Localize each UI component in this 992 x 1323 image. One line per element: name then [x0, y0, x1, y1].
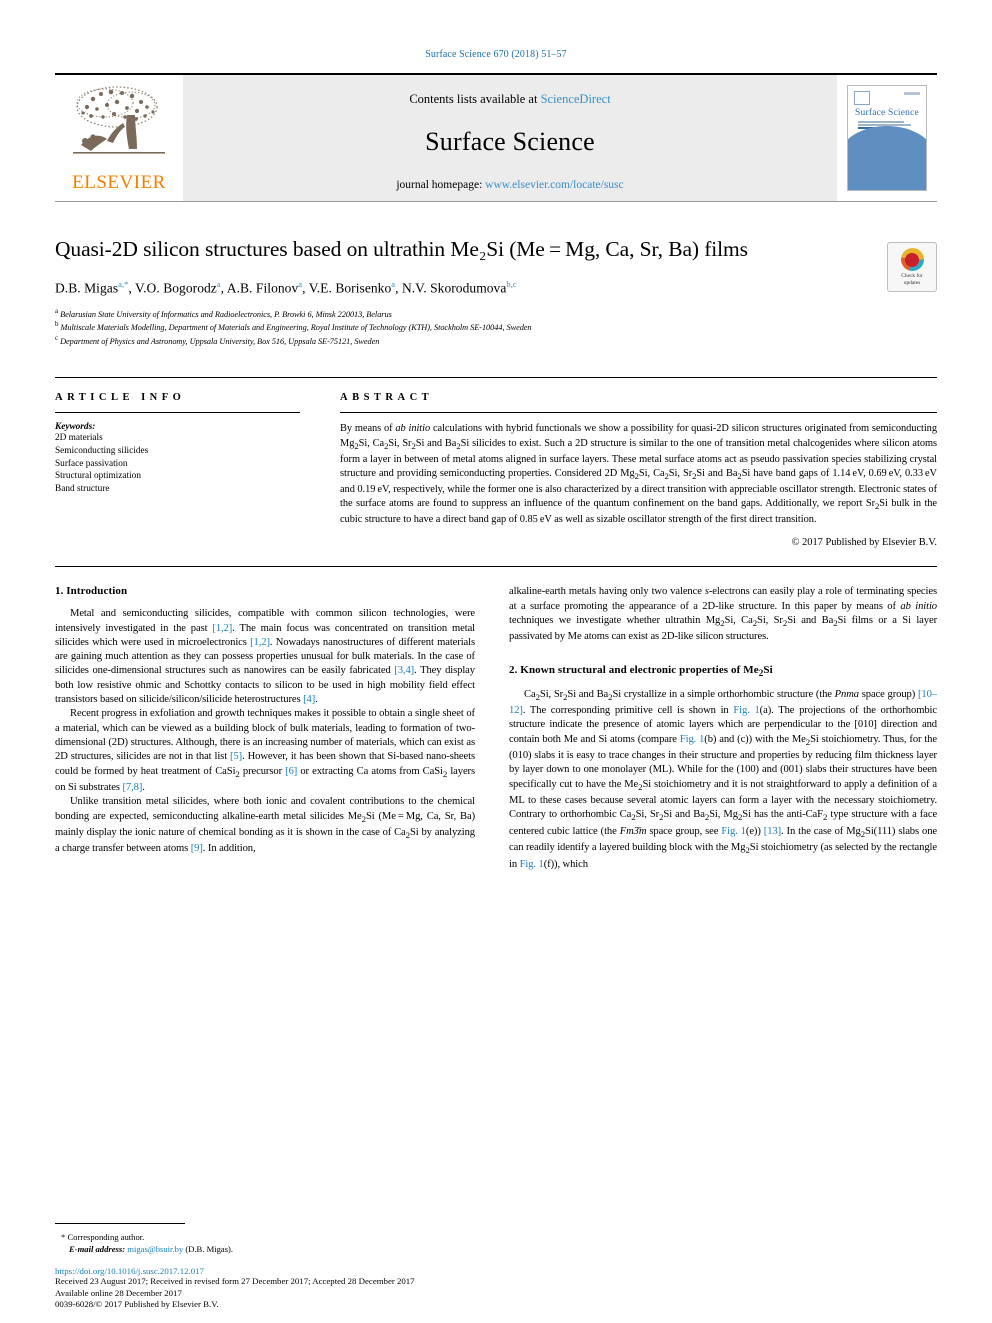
footnote-email: E-mail address: migas@bsuir.by (D.B. Mig… [55, 1243, 475, 1255]
body-column-left: 1. Introduction Metal and semiconducting… [55, 585, 475, 872]
journal-masthead: ELSEVIER Contents lists available at Sci… [55, 73, 937, 202]
crossmark-ring-icon [900, 248, 924, 272]
contents-available-line: Contents lists available at ScienceDirec… [409, 92, 610, 107]
affiliation-a: a Belarusian State University of Informa… [55, 306, 392, 319]
affiliation-b: b Multiscale Materials Modelling, Depart… [55, 320, 532, 333]
cover-issn-mark [904, 92, 920, 95]
elsevier-logo: ELSEVIER [60, 83, 178, 194]
paragraph: alkaline-earth metals having only two va… [509, 586, 938, 643]
article-info-rule [55, 412, 300, 414]
affiliation-list: a Belarusian State University of Informa… [55, 306, 937, 348]
page-footer: https://doi.org/10.1016/j.susc.2017.12.0… [55, 1266, 755, 1311]
affiliation-mark-a: a [55, 306, 59, 315]
affiliation-mark-c: c [55, 334, 59, 343]
abstract-heading: ABSTRACT [340, 392, 434, 404]
journal-homepage-line: journal homepage: www.elsevier.com/locat… [396, 179, 623, 191]
abstract-rule [340, 412, 937, 414]
cover-wave-graphic [848, 126, 926, 190]
crossmark-label-line2: updates [903, 279, 921, 286]
page-title: Quasi-2D silicon structures based on ult… [55, 237, 748, 261]
paragraph: Unlike transition metal silicides, where… [55, 796, 475, 855]
running-head: Surface Science 670 (2018) 51–57 [0, 0, 992, 60]
paragraph: Recent progress in exfoliation and growt… [55, 708, 476, 793]
author-list: D.B. Migasa,*, V.O. Bogorodza, A.B. Filo… [55, 279, 517, 296]
journal-cover-area: Surface Science [837, 75, 937, 201]
affiliation-mark-b: b [55, 320, 59, 329]
publisher-logo-area: ELSEVIER [55, 75, 183, 201]
article-page: Surface Science 670 (2018) 51–57 ELSEVIE… [0, 0, 992, 1323]
abstract-column: ABSTRACT By means of ab initio calculati… [340, 392, 937, 548]
cover-emblem-icon [854, 91, 870, 105]
title-block: Quasi-2D silicon structures based on ult… [55, 236, 937, 347]
journal-title: Surface Science [425, 126, 595, 156]
issn-copyright: 0039-6028/© 2017 Published by Elsevier B… [55, 1299, 219, 1310]
cover-title-text: Surface Science [855, 108, 919, 118]
doi-link[interactable]: https://doi.org/10.1016/j.susc.2017.12.0… [55, 1266, 755, 1276]
elsevier-wordmark: ELSEVIER [72, 171, 166, 193]
email-label: E-mail address: [69, 1244, 126, 1254]
keyword-item: 2D materials [55, 433, 103, 444]
journal-cover-thumbnail[interactable]: Surface Science [847, 85, 927, 191]
section-heading-known-properties: 2. Known structural and electronic prope… [509, 663, 773, 678]
elsevier-tree-icon [73, 85, 165, 154]
keyword-item: Semiconducting silicides [55, 446, 149, 456]
keyword-item: Structural optimization [55, 471, 141, 482]
running-head-text[interactable]: Surface Science 670 (2018) 51–57 [425, 49, 567, 60]
crossmark-badge[interactable]: Check for updates [887, 242, 937, 292]
abstract-copyright: © 2017 Published by Elsevier B.V. [791, 537, 937, 549]
abstract-text: By means of ab initio calculations with … [340, 423, 938, 526]
footnote-asterisk: * [61, 1232, 66, 1242]
info-abstract-region: ARTICLE INFO Keywords: 2D materials Semi… [55, 377, 937, 548]
available-online: Available online 28 December 2017 [55, 1287, 182, 1298]
article-info-heading: ARTICLE INFO [55, 392, 186, 404]
homepage-prefix: journal homepage: [396, 178, 486, 191]
corresponding-author-footnote: * Corresponding author. E-mail address: … [55, 1223, 475, 1255]
submission-history: Received 23 August 2017; Received in rev… [55, 1276, 415, 1287]
section-heading-introduction: 1. Introduction [55, 585, 128, 598]
keyword-item: Band structure [55, 483, 110, 494]
paragraph: Ca2Si, Sr2Si and Ba2Si crystallize in a … [509, 688, 938, 870]
article-info-column: ARTICLE INFO Keywords: 2D materials Semi… [55, 392, 300, 548]
crossmark-label-line1: Check for [901, 273, 923, 280]
journal-homepage-link[interactable]: www.elsevier.com/locate/susc [485, 179, 624, 191]
email-link[interactable]: migas@bsuir.by [127, 1244, 183, 1254]
sciencedirect-link[interactable]: ScienceDirect [541, 92, 611, 106]
keywords-label: Keywords: [55, 422, 96, 433]
footnote-rule [55, 1223, 185, 1224]
body-column-right: alkaline-earth metals having only two va… [509, 585, 937, 872]
affiliation-c: c Department of Physics and Astronomy, U… [55, 334, 380, 347]
footnote-corresponding: * Corresponding author. [61, 1232, 145, 1242]
contents-prefix: Contents lists available at [409, 91, 541, 106]
body-columns: 1. Introduction Metal and semiconducting… [55, 566, 937, 872]
crossmark-label: Check for updates [901, 273, 922, 285]
masthead-center: Contents lists available at ScienceDirec… [183, 75, 837, 201]
email-owner: (D.B. Migas). [185, 1244, 234, 1254]
keyword-item: Surface passivation [55, 458, 128, 469]
paragraph: Metal and semiconducting silicides, comp… [55, 608, 476, 706]
